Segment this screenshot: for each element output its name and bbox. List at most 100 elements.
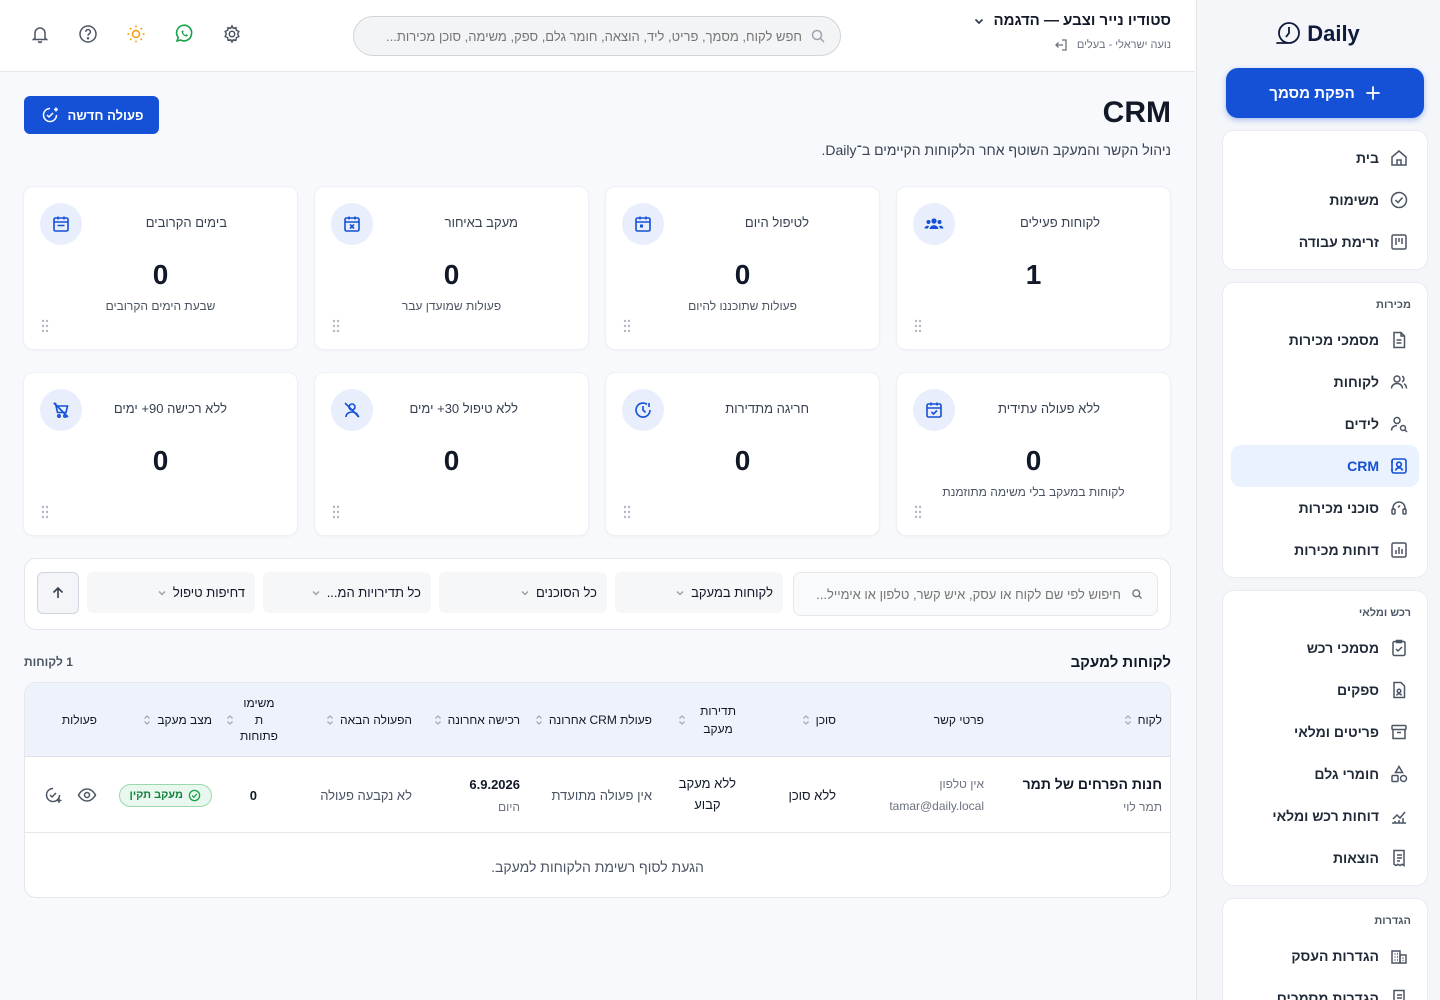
cell-last-crm: אין פעולה מתועדת bbox=[551, 757, 652, 833]
sidebar-item-items-inventory[interactable]: פריטים ומלאי bbox=[1231, 711, 1419, 753]
sort-icon bbox=[227, 715, 233, 725]
stat-card-no-purchase-90[interactable]: ללא רכישה 90+ ימים 0 bbox=[23, 372, 298, 536]
global-search[interactable] bbox=[353, 16, 841, 56]
sort-icon bbox=[1124, 715, 1131, 725]
stat-card-overdue[interactable]: מעקב באיחור 0 פעולות שמועדן עבר bbox=[314, 186, 589, 350]
sidebar-item-purchase-reports[interactable]: דוחות רכש ומלאי bbox=[1231, 795, 1419, 837]
app-logo[interactable]: Daily bbox=[1209, 0, 1424, 68]
clipboard-check-icon bbox=[1392, 639, 1406, 657]
column-header-last-purchase[interactable]: רכישה אחרונה bbox=[434, 683, 520, 757]
sidebar-item-label: הגדרות מסמכים bbox=[1276, 990, 1379, 1000]
sidebar-item-home[interactable]: בית bbox=[1231, 137, 1419, 179]
column-label: פעולת CRM אחרונה bbox=[548, 713, 652, 727]
stats-grid: לקוחות פעילים 1 לטיפול היום 0 פעולות שתו… bbox=[23, 186, 1171, 536]
nav-group-sales: מכירות מסמכי מכירות לקוחות לידים CRM סוכ… bbox=[1222, 282, 1428, 578]
drag-handle-icon[interactable] bbox=[914, 505, 922, 519]
sidebar-item-business-settings[interactable]: הגדרות העסק bbox=[1231, 935, 1419, 977]
drag-handle-icon[interactable] bbox=[332, 319, 340, 333]
drag-handle-icon[interactable] bbox=[41, 319, 49, 333]
users-group-icon bbox=[924, 218, 944, 229]
status-filter-select[interactable]: לקוחות במעקב bbox=[615, 572, 783, 613]
org-name: סטודיו נייר וצבע — הדגמה bbox=[993, 12, 1171, 29]
sidebar-item-suppliers[interactable]: ספקים bbox=[1231, 669, 1419, 711]
column-header-frequency[interactable]: תדירות מעקב bbox=[678, 683, 736, 757]
priority-sort-select[interactable]: דחיפות טיפול bbox=[87, 572, 255, 613]
drag-handle-icon[interactable] bbox=[914, 319, 922, 333]
frequency-line: ללא מעקב bbox=[678, 776, 736, 792]
sidebar-item-sales-agents[interactable]: סוכני מכירות bbox=[1231, 487, 1419, 529]
frequency-filter-select[interactable]: כל תדירויות המ... bbox=[263, 572, 431, 613]
stat-card-today[interactable]: לטיפול היום 0 פעולות שתוכננו להיום bbox=[605, 186, 880, 350]
column-header-status[interactable]: מצב מעקב bbox=[143, 683, 212, 757]
column-label-stack: תדירות מעקב bbox=[700, 702, 736, 738]
sidebar-item-tasks[interactable]: משימות bbox=[1231, 179, 1419, 221]
sidebar-item-raw-materials[interactable]: חומרי גלם bbox=[1231, 753, 1419, 795]
building-icon bbox=[1391, 950, 1407, 964]
column-label: משימו bbox=[243, 695, 275, 710]
calendar-x-icon bbox=[344, 216, 360, 232]
customer-search-input[interactable] bbox=[808, 586, 1121, 602]
next-action: לא נקבעה פעולה bbox=[320, 787, 412, 803]
org-switcher[interactable]: סטודיו נייר וצבע — הדגמה נועה ישראלי - ב… bbox=[973, 12, 1171, 53]
agent-filter-value: כל הסוכנים bbox=[535, 585, 597, 600]
stat-card-no-care-30[interactable]: ללא טיפול 30+ ימים 0 bbox=[314, 372, 589, 536]
bell-icon[interactable] bbox=[30, 24, 50, 44]
sort-direction-button[interactable] bbox=[37, 572, 79, 614]
priority-sort-value: דחיפות טיפול bbox=[172, 585, 245, 600]
sidebar-item-purchase-documents[interactable]: מסמכי רכש bbox=[1231, 627, 1419, 669]
sidebar-item-label: לידים bbox=[1344, 416, 1379, 432]
customer-search[interactable] bbox=[793, 572, 1158, 616]
column-header-next-action[interactable]: הפעולה הבאה bbox=[326, 683, 412, 757]
check-plus-icon bbox=[42, 107, 58, 123]
agent-filter-select[interactable]: כל הסוכנים bbox=[439, 572, 607, 613]
document-settings-icon bbox=[1393, 989, 1405, 1000]
whatsapp-icon[interactable] bbox=[174, 24, 194, 44]
sun-icon[interactable] bbox=[126, 24, 146, 44]
sidebar-item-expenses[interactable]: הוצאות bbox=[1231, 837, 1419, 879]
kanban-icon bbox=[1391, 234, 1407, 250]
drag-handle-icon[interactable] bbox=[41, 505, 49, 519]
shapes-icon bbox=[1391, 765, 1408, 783]
cell-contact: אין טלפון tamar@daily.local bbox=[889, 757, 984, 833]
new-action-label: פעולה חדשה bbox=[67, 107, 144, 123]
column-header-agent[interactable]: סוכן bbox=[802, 683, 836, 757]
sidebar-item-leads[interactable]: לידים bbox=[1231, 403, 1419, 445]
column-label-stack: משימו ת פתוחות bbox=[240, 695, 278, 745]
add-action-icon[interactable] bbox=[43, 785, 63, 805]
stat-card-active-customers[interactable]: לקוחות פעילים 1 bbox=[896, 186, 1171, 350]
search-icon bbox=[1132, 589, 1142, 599]
status-badge: מעקב תקין bbox=[118, 783, 212, 807]
drag-handle-icon[interactable] bbox=[623, 319, 631, 333]
stat-card-upcoming[interactable]: בימים הקרובים 0 שבעת הימים הקרובים bbox=[23, 186, 298, 350]
sidebar-item-workflow[interactable]: זרימת עבודה bbox=[1231, 221, 1419, 263]
gear-icon[interactable] bbox=[222, 24, 242, 44]
create-document-button[interactable]: הפקת מסמך bbox=[1226, 68, 1424, 118]
nav-section-title: הגדרות bbox=[1374, 915, 1411, 927]
column-header-customer[interactable]: לקוח bbox=[1124, 683, 1162, 757]
sidebar-item-document-settings[interactable]: הגדרות מסמכים bbox=[1231, 977, 1419, 1000]
new-action-button[interactable]: פעולה חדשה bbox=[24, 96, 159, 134]
global-search-input[interactable] bbox=[368, 28, 802, 44]
column-header-last-crm[interactable]: פעולת CRM אחרונה bbox=[535, 683, 652, 757]
column-label: הפעולה הבאה bbox=[339, 713, 412, 727]
sidebar-item-sales-documents[interactable]: מסמכי מכירות bbox=[1231, 319, 1419, 361]
customer-name[interactable]: חנות הפרחים של תמר bbox=[1023, 776, 1162, 792]
plus-icon bbox=[1365, 86, 1380, 100]
sidebar-item-customers[interactable]: לקוחות bbox=[1231, 361, 1419, 403]
column-header-open-tasks[interactable]: משימו ת פתוחות bbox=[226, 683, 278, 757]
sidebar-item-crm[interactable]: CRM bbox=[1231, 445, 1419, 487]
drag-handle-icon[interactable] bbox=[623, 505, 631, 519]
status-filter-value: לקוחות במעקב bbox=[691, 585, 773, 600]
table-header: לקוח פרטי קשר סוכן תדירות מעקב פעולת CRM… bbox=[25, 683, 1170, 757]
sidebar-item-sales-reports[interactable]: דוחות מכירות bbox=[1231, 529, 1419, 571]
drag-handle-icon[interactable] bbox=[332, 505, 340, 519]
view-eye-icon[interactable] bbox=[77, 785, 97, 805]
logout-icon[interactable] bbox=[1053, 37, 1069, 53]
stat-card-frequency-exceeded[interactable]: חריגה מתדירות 0 bbox=[605, 372, 880, 536]
help-icon[interactable] bbox=[78, 24, 98, 44]
cell-status: מעקב תקין bbox=[118, 757, 212, 833]
stat-card-no-future-action[interactable]: ללא פעולה עתידית 0 לקוחות במעקב בלי משימ… bbox=[896, 372, 1171, 536]
contact-email[interactable]: tamar@daily.local bbox=[889, 799, 984, 813]
stat-value: 0 bbox=[734, 259, 751, 290]
table-row[interactable]: חנות הפרחים של תמר תמר לוי אין טלפון tam… bbox=[25, 757, 1170, 833]
